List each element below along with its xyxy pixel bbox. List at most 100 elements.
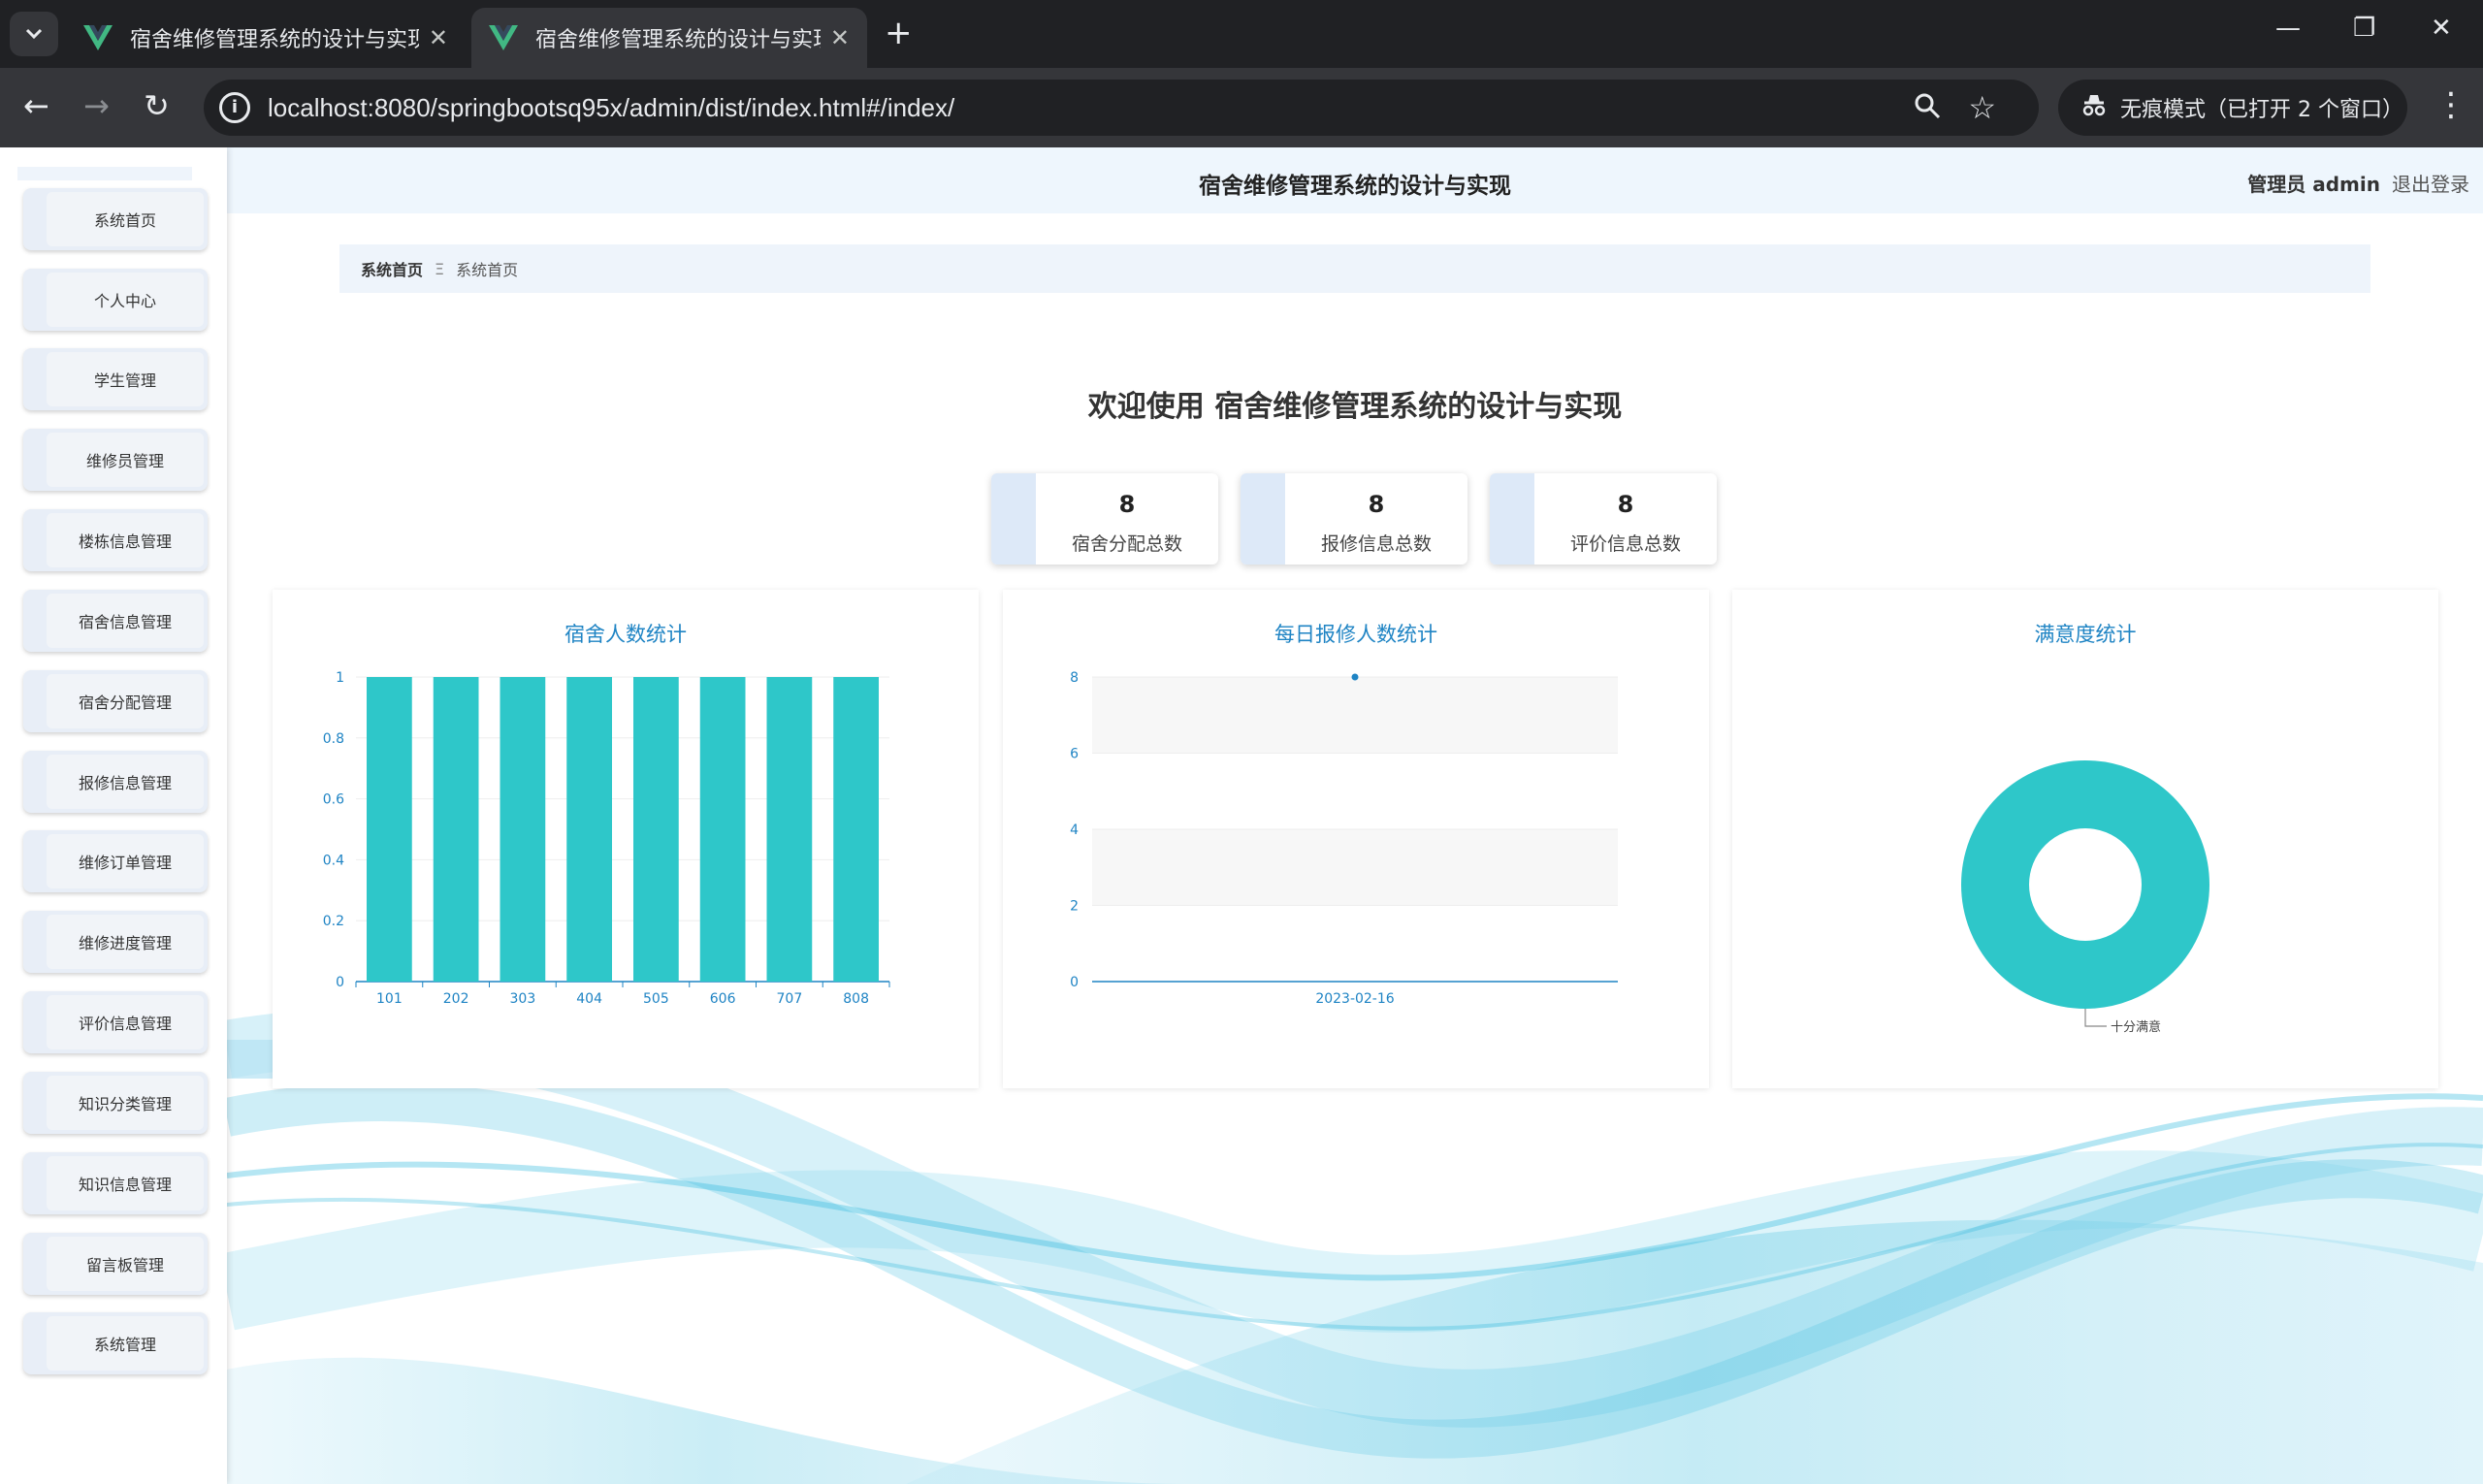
zoom-icon[interactable] [1913,91,1942,127]
chart-card-dorm-occupancy: 宿舍人数统计 0 0.2 0.4 0.6 0.8 1 101 202 303 404 505 606 7… [273,590,979,1088]
omnibox[interactable]: i localhost:8080/springbootsq95x/admin/d… [204,80,2039,136]
app-title: 宿舍维修管理系统的设计与实现 [1199,174,1511,199]
bar [566,677,612,982]
bar [633,677,679,982]
chart-card-satisfaction: 满意度统计 十分满意 [1732,590,2438,1088]
stat-card-repair-requests: 8 报修信息总数 [1241,473,1467,565]
pie-label-line [2084,1009,2107,1027]
sidebar-item-repair-orders[interactable]: 维修订单管理 [23,830,208,892]
current-user: 管理员 admin [2247,173,2380,196]
sidebar: 系统首页 个人中心 学生管理 维修员管理 楼栋信息管理 宿舍信息管理 宿舍分配管… [0,147,227,1484]
bar [367,677,412,982]
grid-band [1092,677,1618,754]
sidebar-item-label: 系统管理 [47,1316,204,1371]
reload-icon[interactable]: ↻ [144,87,170,124]
y-tick-label: 8 [1070,670,1079,686]
sidebar-item-label: 楼栋信息管理 [47,513,204,567]
pie-slice [1961,760,2209,1009]
sidebar-item-label: 留言板管理 [47,1237,204,1291]
tab-close-icon[interactable]: ✕ [429,24,448,51]
tab-title: 宿舍维修管理系统的设计与实现 [130,28,419,52]
stat-card-dorm-assign: 8 宿舍分配总数 [991,473,1218,565]
sidebar-item-knowledge-categories[interactable]: 知识分类管理 [23,1072,208,1134]
restore-button[interactable]: ❐ [2353,14,2375,43]
sidebar-item-profile[interactable]: 个人中心 [23,269,208,331]
sidebar-item-label: 知识分类管理 [47,1076,204,1130]
stat-card-reviews: 8 评价信息总数 [1490,473,1717,565]
grid-band [1092,829,1618,906]
chart-card-daily-repairs: 每日报修人数统计 0 2 4 6 8 2023-02-16 [1003,590,1709,1088]
stat-label: 宿舍分配总数 [1071,533,1182,555]
x-tick-label: 505 [643,991,669,1007]
incognito-indicator[interactable]: 无痕模式（已打开 2 个窗口） [2058,80,2407,136]
logout-link[interactable]: 退出登录 [2392,169,2469,197]
bar [699,677,746,982]
bar-chart: 0 0.2 0.4 0.6 0.8 1 101 202 303 404 505 606 707 808 [323,670,890,1007]
back-icon[interactable]: ← [23,87,49,124]
site-info-icon[interactable]: i [219,92,250,123]
url-text[interactable]: localhost:8080/springbootsq95x/admin/dis… [268,93,954,123]
menu-kebab-icon[interactable]: ⋮ [2435,85,2467,124]
x-tick-label: 808 [843,991,869,1007]
stat-card-band [991,473,1036,565]
stat-value: 8 [1368,491,1385,518]
stat-value: 8 [1118,491,1136,518]
minimize-button[interactable]: — [2275,14,2301,43]
x-tick-label: 303 [510,991,536,1007]
sidebar-item-home[interactable]: 系统首页 [23,188,208,250]
sidebar-item-reviews[interactable]: 评价信息管理 [23,991,208,1053]
breadcrumb: 系统首页 Ξ 系统首页 [339,244,2370,293]
sidebar-item-dorms[interactable]: 宿舍信息管理 [23,590,208,652]
y-tick-label: 1 [336,670,344,686]
app-page: 系统首页 个人中心 学生管理 维修员管理 楼栋信息管理 宿舍信息管理 宿舍分配管… [0,147,2483,1484]
sidebar-item-knowledge[interactable]: 知识信息管理 [23,1152,208,1214]
browser-tab-2[interactable]: 宿舍维修管理系统的设计与实现 ✕ [471,8,867,68]
browser-tab-1[interactable]: 宿舍维修管理系统的设计与实现 ✕ [66,8,466,68]
pie-label: 十分满意 [2111,1019,2161,1035]
y-tick-label: 6 [1070,747,1079,762]
sidebar-item-label: 评价信息管理 [47,995,204,1049]
breadcrumb-home[interactable]: 系统首页 [361,257,423,280]
stat-card-band [1241,473,1285,565]
new-tab-button[interactable]: + [885,14,913,52]
browser-tab-bar: 宿舍维修管理系统的设计与实现 ✕ 宿舍维修管理系统的设计与实现 ✕ + — ❐ … [0,0,2483,68]
x-tick-label: 202 [443,991,469,1007]
vue-logo-icon [83,25,113,50]
stat-label: 报修信息总数 [1320,533,1432,555]
sidebar-item-repair-requests[interactable]: 报修信息管理 [23,751,208,813]
sidebar-item-label: 个人中心 [47,273,204,327]
sidebar-item-dorm-assign[interactable]: 宿舍分配管理 [23,670,208,732]
tab-close-icon[interactable]: ✕ [830,24,850,51]
sidebar-item-repair-progress[interactable]: 维修进度管理 [23,911,208,973]
sidebar-item-label: 维修员管理 [47,433,204,487]
tab-search-icon[interactable] [10,12,58,56]
incognito-label: 无痕模式（已打开 2 个窗口） [2120,98,2403,122]
sidebar-item-message-board[interactable]: 留言板管理 [23,1233,208,1295]
y-tick-label: 0.2 [323,914,344,929]
y-tick-label: 0 [1070,975,1079,990]
bar [833,677,879,982]
sidebar-item-system[interactable]: 系统管理 [23,1312,208,1374]
sidebar-item-label: 宿舍信息管理 [47,594,204,648]
vue-logo-icon [489,25,518,50]
star-icon[interactable]: ☆ [1968,89,1996,126]
sidebar-item-buildings[interactable]: 楼栋信息管理 [23,509,208,571]
app-header: 宿舍维修管理系统的设计与实现 管理员 admin 退出登录 [227,147,2483,213]
y-tick-label: 4 [1070,823,1079,838]
y-tick-label: 0.8 [323,731,344,747]
welcome-heading: 欢迎使用 宿舍维修管理系统的设计与实现 [1087,390,1623,424]
x-tick-label: 606 [710,991,736,1007]
pie-chart: 十分满意 [1961,760,2209,1035]
forward-icon[interactable]: → [83,87,110,124]
sidebar-item-repairers[interactable]: 维修员管理 [23,429,208,491]
stat-card-band [1490,473,1534,565]
y-tick-label: 0.4 [323,853,344,868]
incognito-icon [2081,93,2107,123]
sidebar-item-label: 知识信息管理 [47,1156,204,1210]
stat-label: 评价信息总数 [1569,533,1681,555]
line-chart: 0 2 4 6 8 2023-02-16 [1070,670,1618,1007]
bar [766,677,813,982]
sidebar-item-students[interactable]: 学生管理 [23,348,208,410]
close-window-button[interactable]: ✕ [2431,14,2452,43]
y-tick-label: 0.6 [323,792,344,808]
